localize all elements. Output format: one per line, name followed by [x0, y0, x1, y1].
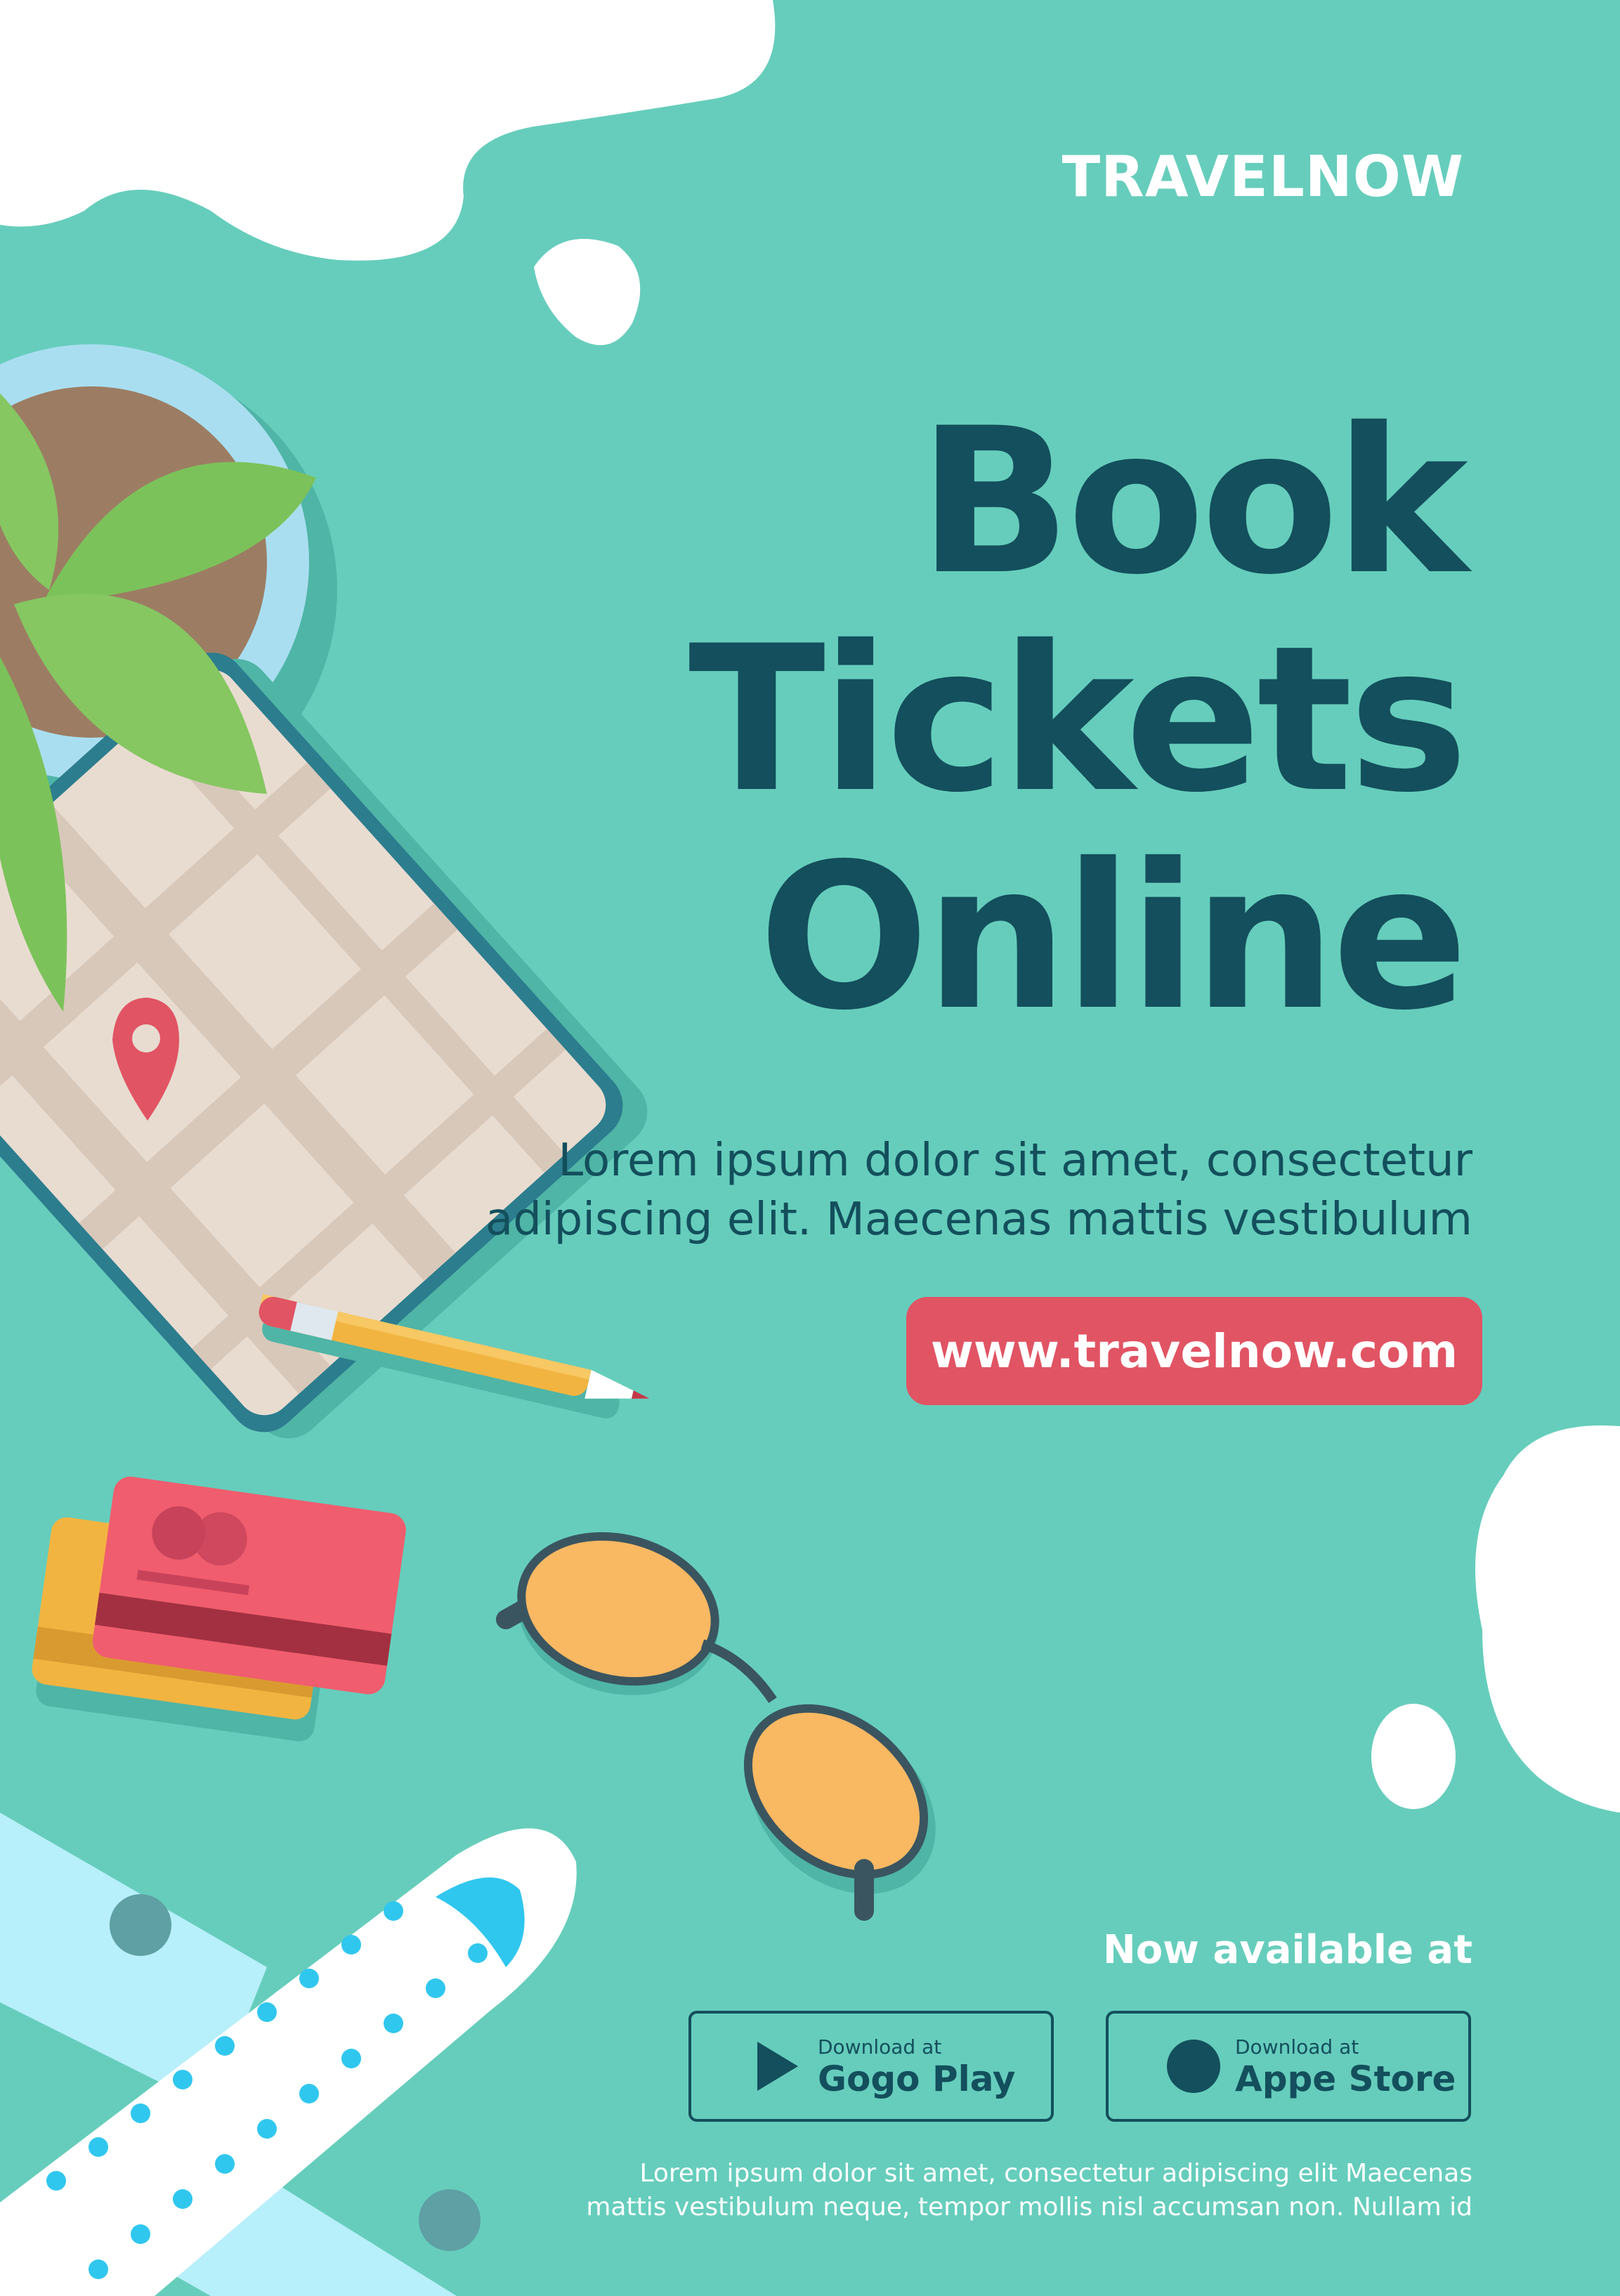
app-store-button[interactable]: Download at Appe Store: [1106, 2011, 1471, 2122]
right-cloud-shape: [1475, 1425, 1620, 1813]
headline-line-3: Online: [758, 821, 1468, 1055]
availability-label: Now available at: [1102, 1927, 1472, 1973]
headline-line-1: Book: [917, 386, 1468, 619]
headline-line-2: Tickets: [688, 604, 1468, 837]
google-store-small-label: Download at: [818, 2035, 942, 2059]
body-line-1: Lorem ipsum dolor sit amet, consectetur: [558, 1135, 1472, 1187]
body-text: Lorem ipsum dolor sit amet, consectetur …: [278, 1131, 1472, 1249]
apple-store-name: Appe Store: [1235, 2059, 1456, 2099]
brand-name: TRAVELNOW: [1062, 144, 1464, 209]
right-drop-shape: [1371, 1704, 1456, 1809]
headline: Book Tickets Online: [410, 386, 1468, 1055]
footer-line-2: mattis vestibulum neque, tempor mollis n…: [586, 2193, 1472, 2222]
apple-store-small-label: Download at: [1235, 2035, 1359, 2059]
google-play-button[interactable]: Download at Gogo Play: [688, 2011, 1054, 2122]
footer-text: Lorem ipsum dolor sit amet, consectetur …: [419, 2157, 1472, 2224]
body-line-2: adipiscing elit. Maecenas mattis vestibu…: [485, 1194, 1472, 1246]
small-drop-shape: [534, 239, 641, 346]
circle-icon: [1167, 2040, 1220, 2093]
google-store-name: Gogo Play: [818, 2059, 1016, 2099]
footer-line-1: Lorem ipsum dolor sit amet, consectetur …: [639, 2159, 1472, 2188]
top-cloud-shape: [0, 0, 776, 261]
play-icon: [757, 2042, 798, 2091]
travel-poster: TRAVELNOW Book Tickets Online Lorem ipsu…: [0, 0, 1620, 2296]
cards-illustration: [32, 1476, 406, 1742]
website-url-button[interactable]: www.travelnow.com: [906, 1297, 1482, 1405]
